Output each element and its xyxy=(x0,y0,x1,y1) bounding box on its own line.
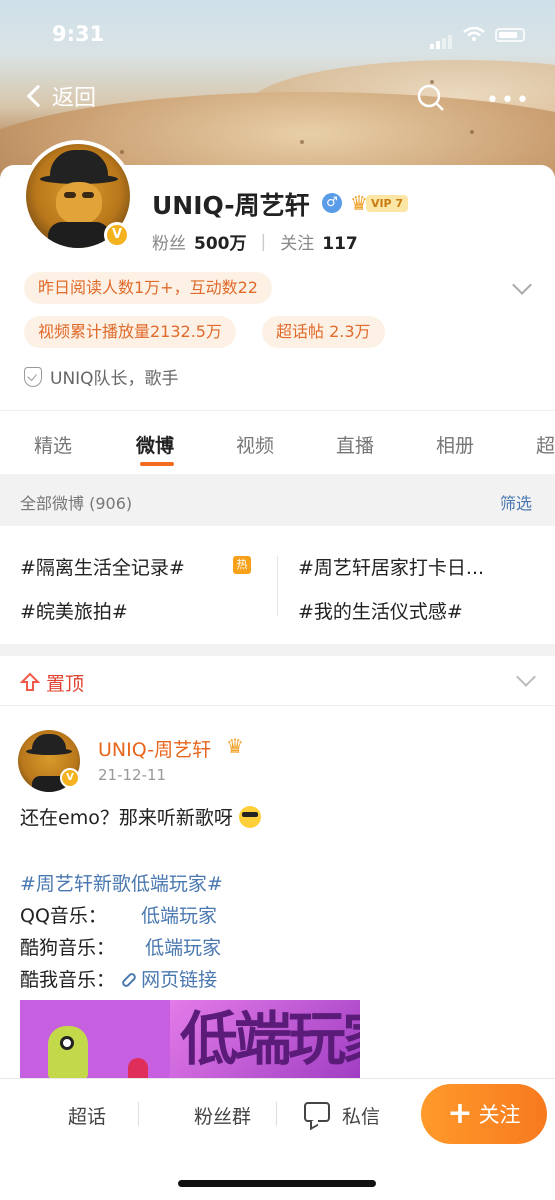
super-topic-pill[interactable]: 超话帖 2.3万 xyxy=(262,316,385,348)
vip-level: VIP 7 xyxy=(365,194,409,212)
banner-speck xyxy=(470,130,474,134)
intro-text: UNIQ队长，歌手 xyxy=(50,369,179,389)
divider xyxy=(276,1102,277,1126)
message-button[interactable]: 私信 xyxy=(342,1102,380,1129)
topic-item[interactable]: #隔离生活全记录# xyxy=(20,553,185,580)
banner-speck xyxy=(300,140,304,144)
fans-label: 粉丝 xyxy=(152,234,186,254)
feed-header: 全部微博 (906) 筛选 xyxy=(0,474,555,526)
plus-icon: + xyxy=(447,1096,473,1131)
wifi-icon xyxy=(463,27,485,41)
profile-stats: 粉丝 500万 | 关注 117 xyxy=(152,229,358,255)
robot-illustration xyxy=(48,1026,88,1080)
tab-album[interactable]: 相册 xyxy=(436,431,474,458)
more-icon[interactable]: ••• xyxy=(486,88,531,113)
following-count: 117 xyxy=(322,234,358,254)
qq-music-link[interactable]: 低端玩家 xyxy=(141,905,217,927)
robot-eye xyxy=(60,1036,74,1050)
topic-item[interactable]: #皖美旅拍# xyxy=(20,597,128,624)
post-line: 还在emo？那来听新歌呀 xyxy=(20,803,261,830)
male-icon: ♂ xyxy=(322,193,342,213)
shield-icon xyxy=(24,366,42,387)
pinned-header[interactable]: 置顶 xyxy=(0,656,555,706)
signal-icon xyxy=(430,30,454,49)
post-image[interactable]: 低端玩家 xyxy=(20,1000,360,1080)
cool-emoji-icon xyxy=(238,806,261,828)
divider xyxy=(277,556,278,616)
chevron-left-icon xyxy=(26,84,50,108)
search-icon[interactable] xyxy=(416,83,446,113)
fans-stat[interactable]: 粉丝 500万 xyxy=(152,229,247,254)
post-text: 还在emo？那来听新歌呀 xyxy=(20,807,233,829)
tab-weibo[interactable]: 微博 xyxy=(136,431,174,458)
banner-speck xyxy=(120,150,124,154)
verified-badge-icon: V xyxy=(104,222,130,248)
message-icon[interactable] xyxy=(304,1102,330,1122)
profile-tabs: 精选 微博 视频 直播 相册 超 xyxy=(0,410,555,474)
status-time: 9:31 xyxy=(52,22,105,46)
kugou-music-label: 酷狗音乐： xyxy=(20,937,116,959)
post-author[interactable]: UNIQ-周艺轩 xyxy=(98,735,211,762)
vip-badge[interactable]: ♛ VIP 7 xyxy=(350,191,409,215)
kugou-music-link[interactable]: 低端玩家 xyxy=(145,937,221,959)
fan-group-button[interactable]: 粉丝群 xyxy=(194,1102,251,1129)
profile-intro: UNIQ队长，歌手 xyxy=(24,364,179,389)
tab-live[interactable]: 直播 xyxy=(336,431,374,458)
home-indicator xyxy=(178,1180,376,1187)
profile-name: UNIQ-周艺轩 xyxy=(152,191,310,220)
video-stat-pill[interactable]: 视频累计播放量2132.5万 xyxy=(24,316,236,348)
top-nav: 返回 ••• xyxy=(0,78,555,118)
web-link-label: 网页链接 xyxy=(141,969,218,991)
tab-featured[interactable]: 精选 xyxy=(34,431,72,458)
post-line: 酷狗音乐： 低端玩家 xyxy=(20,933,221,960)
filter-button[interactable]: 筛选 xyxy=(500,490,532,514)
back-button[interactable]: 返回 xyxy=(22,80,96,112)
crown-icon: ♛ xyxy=(226,734,244,758)
figure-illustration xyxy=(128,1058,148,1080)
follow-button[interactable]: + 关注 xyxy=(421,1084,547,1144)
pin-icon xyxy=(19,672,41,697)
cover-title: 低端玩家 xyxy=(180,1005,360,1073)
chevron-down-icon[interactable] xyxy=(516,667,536,687)
divider xyxy=(138,1102,139,1126)
post-date: 21-12-11 xyxy=(98,766,167,784)
kuwo-music-link[interactable]: 网页链接 xyxy=(120,969,218,991)
active-tab-indicator xyxy=(140,462,174,466)
verified-badge-icon: V xyxy=(60,768,80,788)
qq-music-label: QQ音乐： xyxy=(20,905,107,927)
post-line: 酷我音乐： 网页链接 xyxy=(20,965,217,992)
follow-label: 关注 xyxy=(478,1103,521,1127)
tab-video[interactable]: 视频 xyxy=(236,431,274,458)
post-hashtag[interactable]: #周艺轩新歌低端玩家# xyxy=(20,869,223,896)
tab-super-topic[interactable]: 超 xyxy=(536,431,555,458)
post-line: QQ音乐： 低端玩家 xyxy=(20,901,217,928)
back-label: 返回 xyxy=(52,86,97,111)
following-stat[interactable]: 关注 117 xyxy=(280,229,358,254)
super-topic-button[interactable]: 超话 xyxy=(68,1102,106,1129)
all-weibo-count[interactable]: 全部微博 (906) xyxy=(20,490,132,514)
topic-item[interactable]: #我的生活仪式感# xyxy=(298,597,463,624)
status-bar: 9:31 xyxy=(0,18,555,52)
reading-stat-pill[interactable]: 昨日阅读人数1万+，互动数22 xyxy=(24,272,272,304)
battery-icon xyxy=(495,28,525,42)
section-gap xyxy=(0,644,555,656)
pinned-label: 置顶 xyxy=(46,673,85,695)
topic-item[interactable]: #周艺轩居家打卡日... xyxy=(298,553,484,580)
link-icon xyxy=(120,971,138,989)
fans-count: 500万 xyxy=(194,234,247,254)
kuwo-music-label: 酷我音乐： xyxy=(20,969,116,991)
hot-badge: 热 xyxy=(233,556,251,574)
following-label: 关注 xyxy=(280,234,315,254)
